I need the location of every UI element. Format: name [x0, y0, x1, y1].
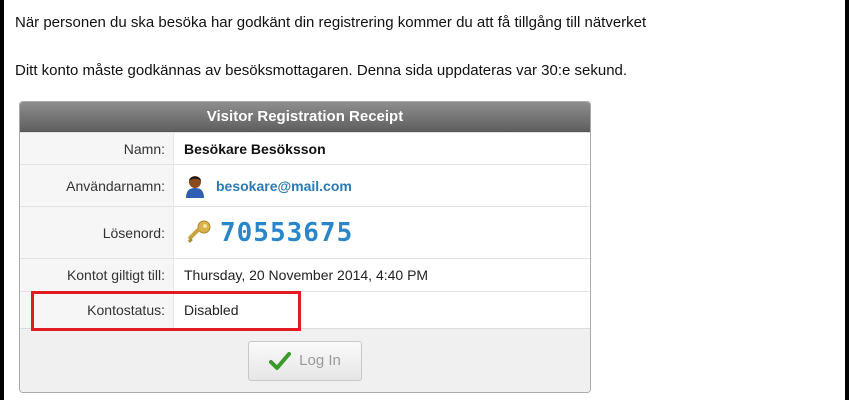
visitor-receipt-panel: Visitor Registration Receipt Namn: Besök… [19, 101, 591, 393]
username-label: Användarnamn: [20, 165, 174, 206]
valid-until-label: Kontot giltigt till: [20, 259, 174, 291]
user-avatar-icon [184, 173, 206, 199]
status-label: Kontostatus: [20, 292, 174, 328]
log-in-button[interactable]: Log In [248, 340, 362, 381]
name-row: Namn: Besökare Besöksson [20, 132, 590, 164]
refresh-info-message: Ditt konto måste godkännas av besöksmott… [15, 62, 628, 79]
key-icon [184, 219, 212, 247]
checkmark-icon [269, 351, 292, 371]
window-frame-left [0, 0, 4, 400]
status-row: Kontostatus: Disabled [20, 291, 590, 328]
password-value: 70553675 [220, 217, 354, 248]
receipt-footer: Log In [20, 328, 590, 392]
approval-info-message: När personen du ska besöka har godkänt d… [15, 14, 647, 31]
name-label: Namn: [20, 133, 174, 164]
window-frame-right [845, 0, 849, 400]
password-row: Lösenord: 70553675 [20, 206, 590, 258]
receipt-title: Visitor Registration Receipt [20, 102, 590, 132]
valid-until-value: Thursday, 20 November 2014, 4:40 PM [184, 267, 429, 283]
valid-until-row: Kontot giltigt till: Thursday, 20 Novemb… [20, 258, 590, 291]
username-value: besokare@mail.com [216, 177, 352, 194]
name-value: Besökare Besöksson [184, 140, 326, 157]
username-row: Användarnamn: besokare@mail.com [20, 164, 590, 206]
password-label: Lösenord: [20, 207, 174, 258]
status-value: Disabled [184, 302, 239, 318]
log-in-label: Log In [299, 352, 341, 369]
